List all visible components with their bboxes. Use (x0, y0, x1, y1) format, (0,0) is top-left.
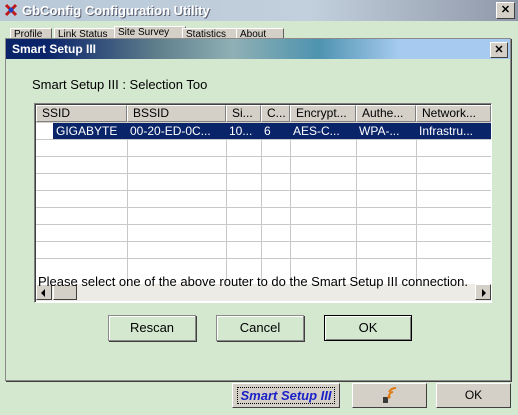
list-body: GIGABYTE 00-20-ED-0C... 10... 6 AES-C...… (36, 123, 491, 283)
router-list[interactable]: SSID BSSID Si... C... Encrypt... Authe..… (34, 103, 492, 303)
ok-bottom-button[interactable]: OK (436, 383, 511, 408)
rescan-button[interactable]: Rescan (108, 315, 196, 341)
grid-line (36, 139, 491, 140)
grid-line (36, 258, 491, 259)
app-icon (4, 3, 18, 17)
grid-line (127, 123, 128, 283)
arrow-left-icon (41, 289, 45, 297)
wps-signal-icon (383, 387, 397, 403)
window-title: GbConfig Configuration Utility (22, 3, 210, 18)
table-row[interactable]: GIGABYTE 00-20-ED-0C... 10... 6 AES-C...… (53, 123, 491, 139)
grid-line (261, 123, 262, 283)
arrow-right-icon (482, 289, 486, 297)
outer-titlebar: GbConfig Configuration Utility ✕ (0, 0, 518, 21)
grid-line (36, 173, 491, 174)
smart-setup-label: Smart Setup III (237, 387, 335, 404)
cell-network: Infrastru... (419, 124, 474, 138)
column-header-encryption[interactable]: Encrypt... (290, 105, 356, 122)
grid-line (36, 190, 491, 191)
dialog-title: Smart Setup III (12, 42, 97, 56)
smart-setup-dialog: Smart Setup III ✕ Smart Setup III : Sele… (5, 38, 511, 381)
cell-signal: 10... (229, 124, 253, 138)
column-header-ssid[interactable]: SSID (36, 105, 127, 122)
ok-button[interactable]: OK (324, 315, 412, 341)
close-icon[interactable]: ✕ (496, 2, 515, 19)
list-header: SSID BSSID Si... C... Encrypt... Authe..… (36, 105, 491, 123)
column-header-signal[interactable]: Si... (226, 105, 261, 122)
grid-line (290, 123, 291, 283)
instruction-text: Please select one of the above router to… (38, 274, 468, 289)
column-header-network[interactable]: Network... (416, 105, 491, 122)
cell-bssid: 00-20-ED-0C... (130, 124, 211, 138)
wps-button[interactable] (352, 383, 427, 408)
column-header-authentication[interactable]: Authe... (356, 105, 416, 122)
cell-channel: 6 (264, 124, 271, 138)
column-header-channel[interactable]: C... (261, 105, 290, 122)
smart-setup-button[interactable]: Smart Setup III (232, 383, 340, 408)
grid-line (36, 156, 491, 157)
grid-line (226, 123, 227, 283)
dialog-titlebar: Smart Setup III ✕ (6, 39, 510, 59)
cell-encryption: AES-C... (293, 124, 340, 138)
grid-line (356, 123, 357, 283)
dialog-close-icon[interactable]: ✕ (490, 42, 508, 58)
grid-line (36, 241, 491, 242)
grid-line (36, 207, 491, 208)
scroll-right-button[interactable] (475, 284, 491, 300)
grid-line (416, 123, 417, 283)
cancel-button[interactable]: Cancel (216, 315, 304, 341)
cell-authentication: WPA-... (359, 124, 400, 138)
cell-ssid: GIGABYTE (56, 124, 118, 138)
dialog-subtitle: Smart Setup III : Selection Too (32, 77, 208, 92)
column-header-bssid[interactable]: BSSID (127, 105, 226, 122)
grid-line (36, 224, 491, 225)
